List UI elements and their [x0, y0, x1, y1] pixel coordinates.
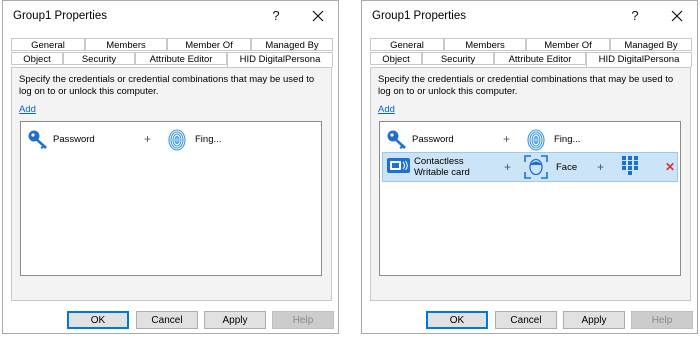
description-text: Specify the credentials or credential co…	[378, 74, 674, 97]
credentials-list[interactable]: Password + Fing...	[20, 121, 322, 276]
tab-managed-by[interactable]: Managed By	[251, 38, 333, 51]
tab-strip: General Members Member Of Managed By Obj…	[370, 38, 692, 67]
tab-general[interactable]: General	[370, 38, 444, 51]
properties-dialog-right: Group1 Properties ? General Members Memb…	[361, 0, 698, 334]
contactless-card-icon	[386, 156, 412, 179]
tab-security[interactable]: Security	[422, 52, 494, 65]
close-icon	[312, 10, 324, 22]
tab-object[interactable]: Object	[370, 52, 422, 65]
help-title-button[interactable]: ?	[625, 6, 645, 26]
tab-panel: Specify the credentials or credential co…	[370, 67, 691, 301]
help-button: Help	[631, 311, 693, 329]
tab-member-of[interactable]: Member Of	[167, 38, 251, 51]
dialog-title: Group1 Properties	[13, 10, 107, 22]
credential-label: Password	[412, 134, 454, 145]
credential-label: Face	[556, 162, 578, 173]
plus-separator: +	[597, 160, 605, 174]
tab-strip: General Members Member Of Managed By Obj…	[11, 38, 333, 67]
delete-row-icon[interactable]: ✕	[665, 161, 675, 173]
title-bar: Group1 Properties ?	[362, 1, 697, 31]
tab-panel: Specify the credentials or credential co…	[11, 67, 332, 301]
help-button: Help	[272, 311, 334, 329]
tab-members[interactable]: Members	[444, 38, 526, 51]
key-icon	[27, 128, 51, 153]
apply-button[interactable]: Apply	[563, 311, 625, 329]
keypad-pin-icon	[621, 155, 639, 180]
close-icon	[671, 10, 683, 22]
tab-managed-by[interactable]: Managed By	[610, 38, 692, 51]
credentials-list[interactable]: Password + Fing... Contactless Writable c…	[379, 121, 681, 276]
credential-label: Fing...	[195, 134, 222, 145]
properties-dialog-left: Group1 Properties ? General Members Memb…	[2, 0, 339, 334]
plus-separator: +	[144, 132, 152, 146]
list-item-selected[interactable]: Contactless Writable card + Face + ✕	[382, 152, 678, 182]
credential-label-line1: Contactless	[414, 156, 464, 167]
add-link[interactable]: Add	[19, 104, 36, 115]
list-item[interactable]: Password + Fing...	[23, 126, 319, 154]
ok-button[interactable]: OK	[67, 311, 129, 329]
credential-label-line2: Writable card	[414, 167, 470, 178]
tab-general[interactable]: General	[11, 38, 85, 51]
credential-label: Fing...	[554, 134, 581, 145]
face-recognition-icon	[523, 154, 549, 183]
tab-object[interactable]: Object	[11, 52, 63, 65]
plus-separator: +	[504, 160, 512, 174]
close-button[interactable]	[308, 6, 328, 26]
description-text: Specify the credentials or credential co…	[19, 74, 315, 97]
close-button[interactable]	[667, 6, 687, 26]
credential-label: Password	[53, 134, 95, 145]
plus-separator: +	[503, 132, 511, 146]
help-title-button[interactable]: ?	[266, 6, 286, 26]
apply-button[interactable]: Apply	[204, 311, 266, 329]
dialog-title: Group1 Properties	[372, 10, 466, 22]
add-link[interactable]: Add	[378, 104, 395, 115]
key-icon	[386, 128, 410, 153]
tab-members[interactable]: Members	[85, 38, 167, 51]
cancel-button[interactable]: Cancel	[495, 311, 557, 329]
tab-hid-digitalpersona[interactable]: HID DigitalPersona	[586, 52, 692, 67]
tab-attribute-editor[interactable]: Attribute Editor	[135, 52, 227, 65]
tab-hid-digitalpersona[interactable]: HID DigitalPersona	[227, 52, 333, 67]
list-item[interactable]: Password + Fing...	[382, 126, 678, 154]
credential-label: Contactless Writable card	[414, 156, 470, 178]
tab-member-of[interactable]: Member Of	[526, 38, 610, 51]
tab-security[interactable]: Security	[63, 52, 135, 65]
fingerprint-icon	[167, 128, 187, 155]
tab-attribute-editor[interactable]: Attribute Editor	[494, 52, 586, 65]
ok-button[interactable]: OK	[426, 311, 488, 329]
cancel-button[interactable]: Cancel	[136, 311, 198, 329]
fingerprint-icon	[526, 128, 546, 155]
title-bar: Group1 Properties ?	[3, 1, 338, 31]
